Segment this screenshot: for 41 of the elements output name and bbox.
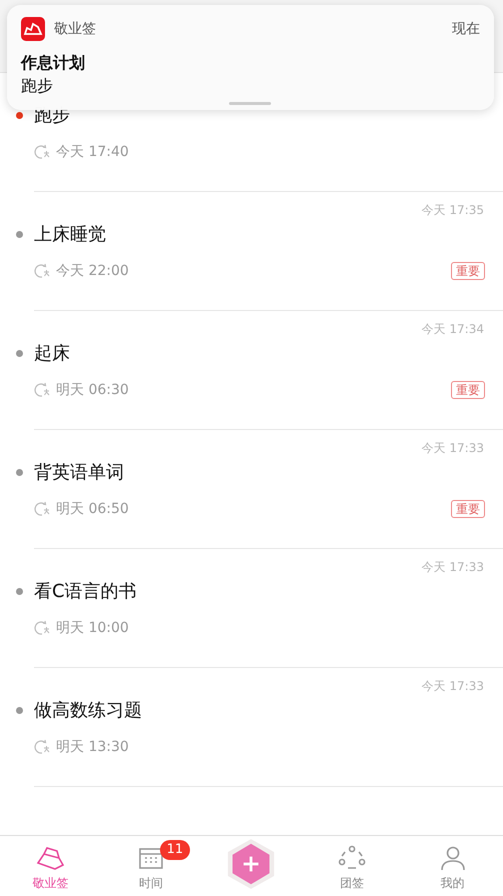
timestamp: 今天 17:35 — [422, 202, 484, 219]
notification-title: 作息计划 — [21, 53, 86, 74]
note-title[interactable]: 做高数练习题 — [34, 698, 142, 722]
reminder-time: 今天 22:00 — [56, 262, 129, 280]
notification-toast[interactable]: 敬业签 现在 作息计划 跑步 — [7, 5, 494, 110]
importance-tag: 重要 — [451, 262, 485, 280]
reminder-time: 明天 06:50 — [56, 500, 129, 518]
note-title[interactable]: 起床 — [34, 341, 70, 365]
reminder-time: 明天 10:00 — [56, 619, 129, 637]
timestamp: 今天 17:34 — [422, 321, 484, 338]
reminder-time: 今天 17:40 — [56, 143, 129, 161]
app-name: 敬业签 — [54, 20, 96, 38]
reminder-icon — [34, 620, 50, 636]
group-icon — [337, 845, 368, 871]
reminder-time: 明天 13:30 — [56, 738, 129, 756]
reminder-icon — [34, 739, 50, 755]
reminder-icon — [34, 144, 50, 160]
tab-item[interactable]: 我的 — [402, 836, 503, 896]
tab-item[interactable]: 时间 11 — [100, 836, 202, 896]
add-icon — [227, 838, 276, 890]
importance-tag: 重要 — [451, 500, 485, 518]
timestamp: 今天 17:33 — [422, 559, 484, 576]
timestamp: 今天 17:33 — [422, 678, 484, 695]
add-button[interactable] — [227, 838, 276, 890]
timestamp: 今天 17:33 — [422, 440, 484, 457]
tab-item[interactable]: 敬业签 — [0, 836, 101, 896]
note-title[interactable]: 看C语言的书 — [34, 579, 137, 603]
importance-tag: 重要 — [451, 381, 485, 399]
grab-handle[interactable] — [229, 102, 271, 105]
app-icon — [21, 17, 45, 41]
notification-time: 现在 — [452, 20, 480, 38]
count-badge: 11 — [160, 840, 190, 860]
tab-item[interactable]: 团签 — [302, 836, 402, 896]
note-title[interactable]: 背英语单词 — [34, 460, 124, 484]
reminder-icon — [34, 382, 50, 398]
reminder-time: 明天 06:30 — [56, 381, 129, 399]
note-title[interactable]: 上床睡觉 — [34, 222, 106, 246]
reminder-icon — [34, 263, 50, 279]
notification-body: 跑步 — [21, 76, 54, 97]
paper-icon — [35, 845, 66, 871]
reminder-icon — [34, 501, 50, 517]
